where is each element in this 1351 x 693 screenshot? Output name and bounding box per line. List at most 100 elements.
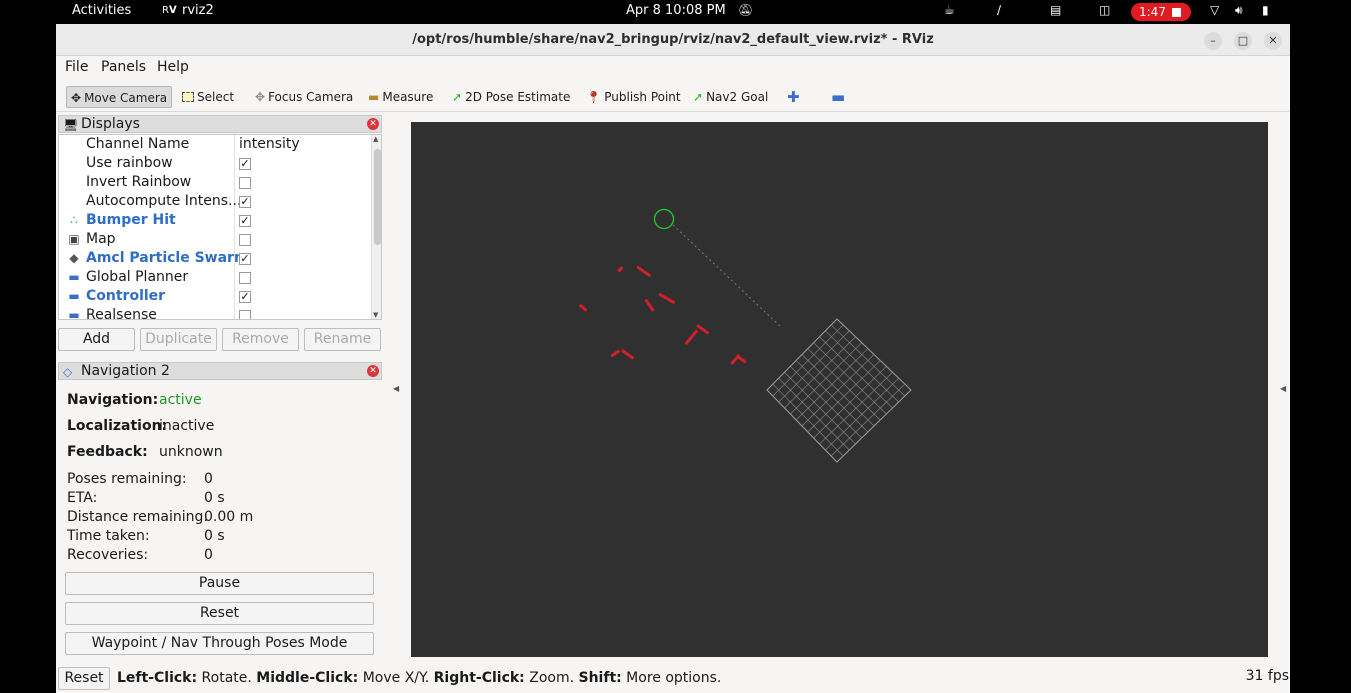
nav2-goal-tool[interactable]: ➚ Nav2 Goal <box>693 86 768 108</box>
displays-panel-header[interactable]: 🖥︎ Displays ✕ <box>58 115 382 133</box>
amcl-particle-swarm-checkbox[interactable]: ✓ <box>239 253 251 265</box>
global-planner-checkbox[interactable] <box>239 272 251 284</box>
maximize-icon[interactable]: □ <box>1234 32 1252 50</box>
poses-remaining-label: Poses remaining: <box>67 471 187 487</box>
display-row-realsense[interactable]: ▬ Realsense <box>59 306 371 320</box>
title-bar[interactable]: /opt/ros/humble/share/nav2_bringup/rviz/… <box>56 24 1290 56</box>
remove-tool-icon[interactable]: ▬ <box>831 86 845 108</box>
displays-tree[interactable]: Channel Name intensity Use rainbow ✓ Inv… <box>58 134 382 320</box>
activities-button[interactable]: Activities <box>72 3 131 18</box>
realsense-checkbox[interactable] <box>239 310 251 319</box>
select-icon <box>182 92 194 102</box>
scroll-down-icon[interactable]: ▼ <box>373 311 378 319</box>
localization-status-label: Localization: <box>67 418 168 434</box>
fps-counter: 31 fps <box>1245 668 1289 684</box>
display-row-global-planner[interactable]: ▬ Global Planner <box>59 268 371 287</box>
feedback-label: Feedback: <box>67 444 148 460</box>
feedback-value: unknown <box>159 444 223 460</box>
display-row-controller[interactable]: ▬ Controller ✓ <box>59 287 371 306</box>
recording-time: 1:47 <box>1139 5 1166 19</box>
system-top-bar: Activities R𝗩 rviz2 Apr 8 10:08 PM 🔕︎ ☕︎… <box>0 0 1351 24</box>
scene-render <box>578 208 912 463</box>
ruler-icon: ▬ <box>368 90 380 104</box>
display-row-map[interactable]: ▣ Map <box>59 230 371 249</box>
measure-tool[interactable]: ▬ Measure <box>368 86 433 108</box>
localization-status-value: inactive <box>159 418 215 434</box>
menu-panels[interactable]: Panels <box>101 59 146 75</box>
app-menu-label[interactable]: rviz2 <box>182 3 214 18</box>
move-camera-tool[interactable]: ✥ Move Camera <box>66 86 173 108</box>
property-row-use-rainbow[interactable]: Use rainbow ✓ <box>59 154 371 173</box>
wifi-icon[interactable]: ▽ <box>1210 3 1219 17</box>
recoveries-value: 0 <box>204 547 213 563</box>
menu-bar: File Panels Help <box>56 56 1290 78</box>
duplicate-display-button[interactable]: Duplicate <box>140 328 217 351</box>
property-row-channel-name[interactable]: Channel Name intensity <box>59 135 371 154</box>
scroll-up-icon[interactable]: ▲ <box>373 135 378 143</box>
pause-button[interactable]: Pause <box>65 572 374 595</box>
stop-recording-icon[interactable] <box>1171 8 1181 17</box>
displays-title: Displays <box>81 116 140 132</box>
nav2-diamond-icon: ◇ <box>63 365 73 379</box>
close-displays-icon[interactable]: ✕ <box>367 118 379 130</box>
2d-pose-estimate-tool[interactable]: ➚ 2D Pose Estimate <box>452 86 570 108</box>
close-icon[interactable]: ✕ <box>1264 32 1282 50</box>
clock[interactable]: Apr 8 10:08 PM <box>626 3 726 18</box>
right-splitter-handle[interactable]: ◀ <box>1280 384 1286 393</box>
waypoint-mode-button[interactable]: Waypoint / Nav Through Poses Mode <box>65 632 374 655</box>
close-navigation-icon[interactable]: ✕ <box>367 365 379 377</box>
monitor-icon: 🖥︎ <box>63 118 79 132</box>
notes-icon[interactable]: ▤ <box>1050 3 1061 17</box>
rename-display-button[interactable]: Rename <box>304 328 381 351</box>
publish-point-tool[interactable]: 📍︎ Publish Point <box>586 86 681 108</box>
display-row-amcl-particle-swarm[interactable]: ◆ Amcl Particle Swarm ✓ <box>59 249 371 268</box>
focus-camera-tool[interactable]: ✥ Focus Camera <box>255 86 353 108</box>
minimize-icon[interactable]: – <box>1204 32 1222 50</box>
cup-icon[interactable]: ☕︎ <box>944 3 955 17</box>
bumper-hit-checkbox[interactable]: ✓ <box>239 215 251 227</box>
display-row-bumper-hit[interactable]: ∴ Bumper Hit ✓ <box>59 211 371 230</box>
navigation-status-value: active <box>159 392 202 408</box>
left-splitter-handle[interactable]: ◀ <box>393 384 399 393</box>
navigation-panel-header[interactable]: ◇ Navigation 2 ✕ <box>58 362 382 380</box>
property-row-autocompute-intensity[interactable]: Autocompute Intens... ✓ <box>59 192 371 211</box>
navigation-status-label: Navigation: <box>67 392 159 408</box>
folder-icon: ▬ <box>68 308 80 320</box>
remove-display-button[interactable]: Remove <box>222 328 299 351</box>
controller-checkbox[interactable]: ✓ <box>239 291 251 303</box>
property-row-invert-rainbow[interactable]: Invert Rainbow <box>59 173 371 192</box>
time-taken-value: 0 s <box>204 528 225 544</box>
point-cloud-icon: ∴ <box>70 213 78 227</box>
move-camera-icon: ✥ <box>71 91 82 105</box>
notifications-muted-icon: 🔕︎ <box>738 3 754 17</box>
add-display-button[interactable]: Add <box>58 328 135 351</box>
use-rainbow-checkbox[interactable]: ✓ <box>239 158 251 170</box>
battery-icon[interactable]: ▮ <box>1262 3 1269 17</box>
displays-scrollbar[interactable]: ▲ ▼ <box>371 135 381 319</box>
rviz-app-icon: R𝗩 <box>162 5 177 16</box>
diamond-icon: ◆ <box>69 251 79 265</box>
map-icon: ▣ <box>68 232 80 246</box>
reset-navigation-button[interactable]: Reset <box>65 602 374 625</box>
3d-viewport[interactable] <box>411 122 1268 657</box>
map-checkbox[interactable] <box>239 234 251 246</box>
folder-icon: ▬ <box>68 270 80 284</box>
status-help-text: Left-Click: Rotate. Middle-Click: Move X… <box>117 670 722 686</box>
distance-remaining-label: Distance remaining: <box>67 509 209 525</box>
reset-view-button[interactable]: Reset <box>58 667 110 690</box>
menu-help[interactable]: Help <box>157 59 189 75</box>
folder-icon: ▬ <box>68 289 80 303</box>
costmap-grid <box>766 318 912 463</box>
color-picker-icon[interactable]: ∕ <box>997 3 1001 17</box>
select-tool[interactable]: Select <box>182 86 234 108</box>
menu-file[interactable]: File <box>65 59 88 75</box>
clipboard-icon[interactable]: ◫ <box>1099 3 1110 17</box>
tool-bar: ✥ Move Camera Select ✥ Focus Camera ▬ Measu… <box>56 82 1290 112</box>
invert-rainbow-checkbox[interactable] <box>239 177 251 189</box>
screen-recording-indicator[interactable]: 1:47 <box>1131 3 1191 21</box>
scroll-thumb[interactable] <box>374 149 381 245</box>
autocompute-intensity-checkbox[interactable]: ✓ <box>239 196 251 208</box>
volume-icon[interactable]: 🔊︎ <box>1235 3 1243 18</box>
add-tool-icon[interactable]: ✚ <box>787 86 800 108</box>
laser-scan-points <box>578 265 747 365</box>
